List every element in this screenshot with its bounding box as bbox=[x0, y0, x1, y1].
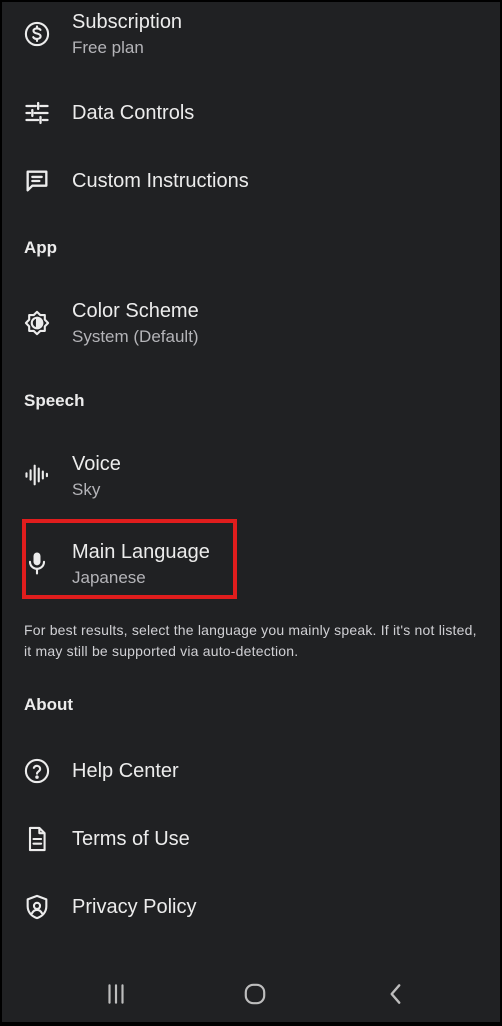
custom-instructions-item[interactable]: Custom Instructions bbox=[2, 150, 500, 212]
voice-value: Sky bbox=[72, 480, 101, 499]
privacy-policy-item[interactable]: Privacy Policy bbox=[2, 876, 500, 938]
section-header-about: About bbox=[24, 695, 74, 714]
custom-instructions-label: Custom Instructions bbox=[72, 170, 249, 192]
language-helper-text: For best results, select the language yo… bbox=[24, 622, 477, 659]
back-icon[interactable] bbox=[382, 980, 410, 1008]
highlight-box bbox=[22, 519, 237, 599]
sliders-icon bbox=[22, 98, 52, 128]
waveform-icon bbox=[22, 460, 52, 490]
shield-icon bbox=[22, 892, 52, 922]
data-controls-text: Data Controls bbox=[72, 101, 194, 125]
privacy-policy-label: Privacy Policy bbox=[72, 896, 197, 918]
terms-of-use-label: Terms of Use bbox=[72, 828, 190, 850]
terms-of-use-item[interactable]: Terms of Use bbox=[2, 808, 500, 870]
data-controls-item[interactable]: Data Controls bbox=[2, 82, 500, 144]
color-scheme-item[interactable]: Color Scheme System (Default) bbox=[2, 290, 500, 360]
message-square-icon bbox=[22, 166, 52, 196]
subscription-item[interactable]: Subscription Free plan bbox=[2, 2, 500, 72]
voice-item[interactable]: Voice Sky bbox=[2, 442, 500, 512]
home-icon[interactable] bbox=[241, 980, 269, 1008]
brightness-icon bbox=[22, 308, 52, 338]
data-controls-label: Data Controls bbox=[72, 102, 195, 124]
help-center-label: Help Center bbox=[72, 760, 179, 782]
help-center-text: Help Center bbox=[72, 759, 179, 783]
color-scheme-label: Color Scheme bbox=[72, 300, 199, 322]
voice-label: Voice bbox=[72, 453, 121, 475]
system-navigation-bar bbox=[2, 964, 500, 1022]
section-header-app: App bbox=[24, 238, 58, 257]
document-icon bbox=[22, 824, 52, 854]
privacy-policy-text: Privacy Policy bbox=[72, 895, 196, 919]
subscription-text: Subscription Free plan bbox=[72, 10, 182, 59]
terms-of-use-text: Terms of Use bbox=[72, 827, 190, 851]
color-scheme-text: Color Scheme System (Default) bbox=[72, 299, 199, 348]
voice-text: Voice Sky bbox=[72, 452, 121, 501]
help-center-item[interactable]: Help Center bbox=[2, 740, 500, 802]
subscription-value: Free plan bbox=[72, 38, 144, 57]
custom-instructions-text: Custom Instructions bbox=[72, 169, 249, 193]
dollar-circle-icon bbox=[22, 19, 52, 49]
section-header-speech: Speech bbox=[24, 391, 85, 410]
help-circle-icon bbox=[22, 756, 52, 786]
subscription-label: Subscription bbox=[72, 11, 183, 33]
color-scheme-value: System (Default) bbox=[72, 327, 199, 346]
recents-icon[interactable] bbox=[102, 980, 130, 1008]
settings-screen: Subscription Free plan Data Controls Cus bbox=[2, 2, 500, 1022]
